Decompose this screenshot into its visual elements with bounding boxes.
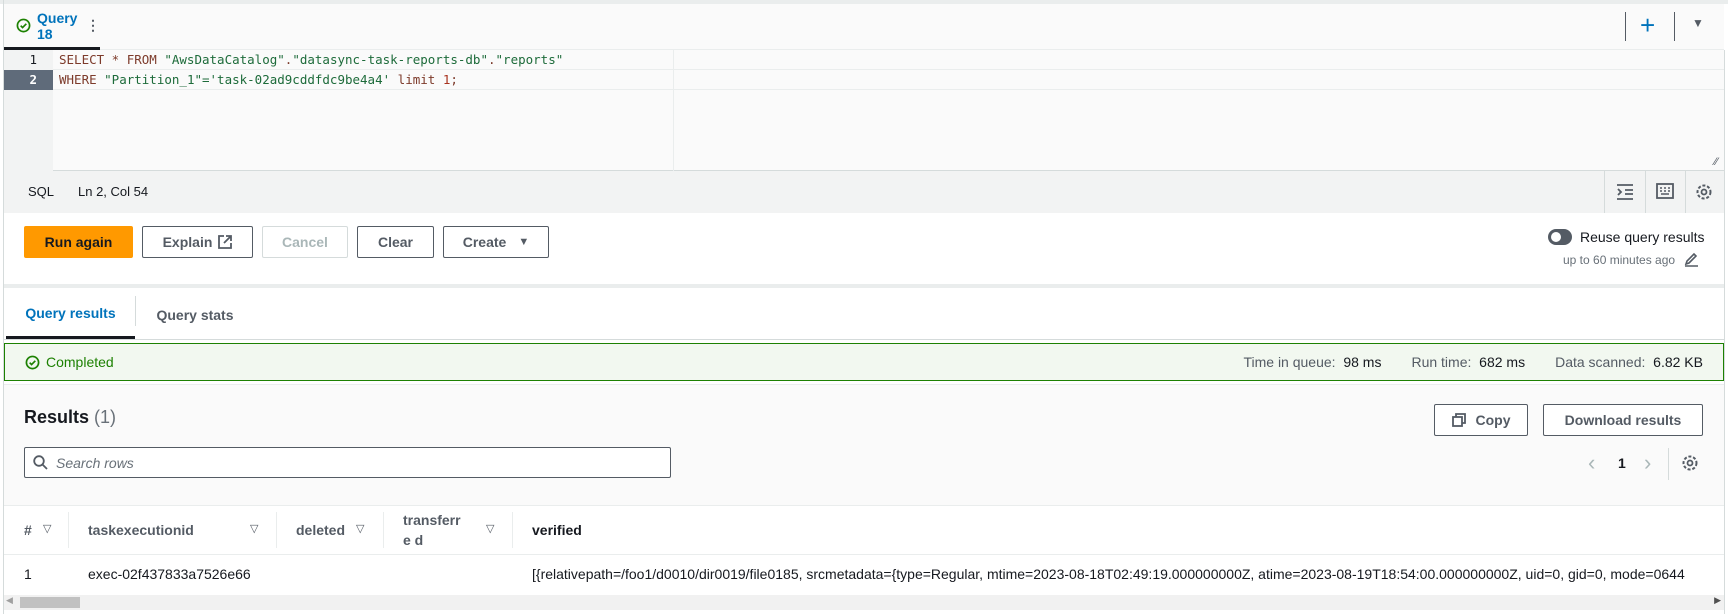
tab-query-stats-label: Query stats xyxy=(156,306,234,323)
time-in-queue-label: Time in queue: xyxy=(1243,354,1336,370)
tab-query-18[interactable]: Query 18 ⋮ xyxy=(3,4,100,50)
sql-editor[interactable]: 1 SELECT * FROM "AwsDataCatalog"."datasyn… xyxy=(3,49,1724,171)
column-header-verified[interactable]: verified xyxy=(532,505,582,554)
code-line[interactable]: 2 WHERE "Partition_1"='task-02ad9cddfdc9b… xyxy=(3,69,1724,90)
more-options-icon[interactable]: ⋮ xyxy=(86,17,100,34)
code-token: ; xyxy=(450,72,458,87)
search-icon xyxy=(33,455,48,470)
sort-icon[interactable]: ▽ xyxy=(356,522,364,535)
horizontal-scrollbar[interactable]: ◀ ▶ xyxy=(3,595,1724,610)
column-label: # xyxy=(24,521,32,538)
reuse-results-toggle[interactable] xyxy=(1548,229,1572,245)
create-label: Create xyxy=(462,234,507,250)
sort-icon[interactable]: ▽ xyxy=(486,522,494,535)
column-header-deleted[interactable]: deleted xyxy=(296,505,345,554)
time-in-queue-value: 98 ms xyxy=(1343,354,1382,370)
cell-index: 1 xyxy=(24,566,32,582)
code-token: WHERE xyxy=(59,72,105,87)
code-token: "datasync-task-reports-db" xyxy=(292,52,488,67)
next-page-icon[interactable]: › xyxy=(1644,450,1651,476)
column-header-index[interactable]: # xyxy=(24,505,32,554)
external-link-icon xyxy=(218,235,233,249)
run-time: Run time: 682 ms xyxy=(1411,354,1525,370)
scroll-right-icon[interactable]: ▶ xyxy=(1714,595,1721,606)
code-line[interactable]: 1 SELECT * FROM "AwsDataCatalog"."datasyn… xyxy=(3,49,1724,70)
reuse-results-label: Reuse query results xyxy=(1580,229,1705,245)
code-token: "reports" xyxy=(495,52,564,67)
run-again-label: Run again xyxy=(44,234,113,250)
sort-icon[interactable]: ▽ xyxy=(250,522,258,535)
page-number[interactable]: 1 xyxy=(1618,455,1626,471)
code-token: limit xyxy=(390,72,443,87)
check-circle-icon xyxy=(16,18,31,33)
query-status-bar: Completed Time in queue: 98 ms Run time:… xyxy=(4,343,1724,381)
data-scanned-value: 6.82 KB xyxy=(1653,354,1703,370)
edit-pencil-icon[interactable] xyxy=(1684,252,1699,267)
line-number: 1 xyxy=(3,49,53,70)
status-text: Completed xyxy=(46,354,114,370)
column-header-transferred[interactable]: transferre d xyxy=(403,505,463,554)
time-in-queue: Time in queue: 98 ms xyxy=(1243,354,1381,370)
cell-verified: [{relativepath=/foo1/d0010/dir0019/file0… xyxy=(532,566,1685,582)
explain-label: Explain xyxy=(162,234,213,250)
check-circle-icon xyxy=(25,355,40,370)
results-count: (1) xyxy=(94,407,117,427)
download-results-button[interactable]: Download results xyxy=(1543,404,1703,436)
cancel-label: Cancel xyxy=(282,234,328,250)
previous-page-icon[interactable]: ‹ xyxy=(1588,450,1595,476)
data-scanned-label: Data scanned: xyxy=(1555,354,1646,370)
search-placeholder: Search rows xyxy=(56,454,134,471)
cursor-position: Ln 2, Col 54 xyxy=(78,184,149,199)
copy-button[interactable]: Copy xyxy=(1434,404,1528,436)
run-time-label: Run time: xyxy=(1411,354,1472,370)
clear-button[interactable]: Clear xyxy=(357,226,434,258)
clear-label: Clear xyxy=(377,234,414,250)
code-token: "Partition_1"='task-02ad9cddfdc9be4a4' xyxy=(104,72,391,87)
results-title: Results xyxy=(24,407,90,427)
search-rows-input[interactable]: Search rows xyxy=(24,447,671,478)
code-text: SELECT * FROM "AwsDataCatalog"."datasync… xyxy=(53,52,563,67)
code-token: . xyxy=(487,52,496,67)
resize-handle-icon[interactable]: ⁄⁄ xyxy=(1714,156,1718,168)
column-label: taskexecutionid xyxy=(88,521,194,538)
scrollbar-thumb[interactable] xyxy=(20,597,80,608)
language-label: SQL xyxy=(28,184,55,199)
table-settings-gear-icon[interactable] xyxy=(1681,454,1699,472)
data-scanned: Data scanned: 6.82 KB xyxy=(1555,354,1703,370)
tabs-dropdown-icon[interactable]: ▼ xyxy=(1692,16,1704,30)
settings-gear-icon[interactable] xyxy=(1695,183,1713,201)
run-time-value: 682 ms xyxy=(1479,354,1526,370)
column-label: verified xyxy=(532,521,582,538)
cell-taskexecutionid: exec-02f437833a7526e66 xyxy=(88,566,251,582)
explain-button[interactable]: Explain xyxy=(142,226,253,258)
results-heading: Results (1) xyxy=(24,407,116,428)
tab-query-results[interactable]: Query results xyxy=(6,290,135,339)
code-token: "AwsDataCatalog" xyxy=(164,52,285,67)
column-header-taskexecutionid[interactable]: taskexecutionid xyxy=(88,505,194,554)
tab-query-results-label: Query results xyxy=(25,305,116,321)
run-again-button[interactable]: Run again xyxy=(24,226,133,258)
tab-title: Query 18 xyxy=(37,9,78,42)
cancel-button[interactable]: Cancel xyxy=(262,226,348,258)
caret-down-icon: ▼ xyxy=(518,236,530,248)
copy-icon xyxy=(1451,413,1466,427)
code-text: WHERE "Partition_1"='task-02ad9cddfdc9be… xyxy=(53,72,458,87)
sort-icon[interactable]: ▽ xyxy=(43,522,51,535)
keyboard-icon[interactable] xyxy=(1656,183,1674,199)
copy-label: Copy xyxy=(1475,412,1511,428)
column-label: transferre d xyxy=(403,511,461,548)
create-button[interactable]: Create ▼ xyxy=(443,226,549,258)
scroll-left-icon[interactable]: ◀ xyxy=(6,595,13,606)
tab-query-stats[interactable]: Query stats xyxy=(140,290,250,339)
line-number: 2 xyxy=(3,69,53,90)
reuse-results-age: up to 60 minutes ago xyxy=(1563,253,1676,267)
code-token: SELECT * FROM xyxy=(59,52,165,67)
download-label: Download results xyxy=(1564,412,1682,428)
editor-status-bar xyxy=(3,171,1724,213)
query-tab-bar xyxy=(3,4,1724,50)
format-query-icon[interactable] xyxy=(1616,183,1634,201)
add-query-tab-button[interactable]: + xyxy=(1640,10,1655,40)
column-label: deleted xyxy=(296,521,346,538)
